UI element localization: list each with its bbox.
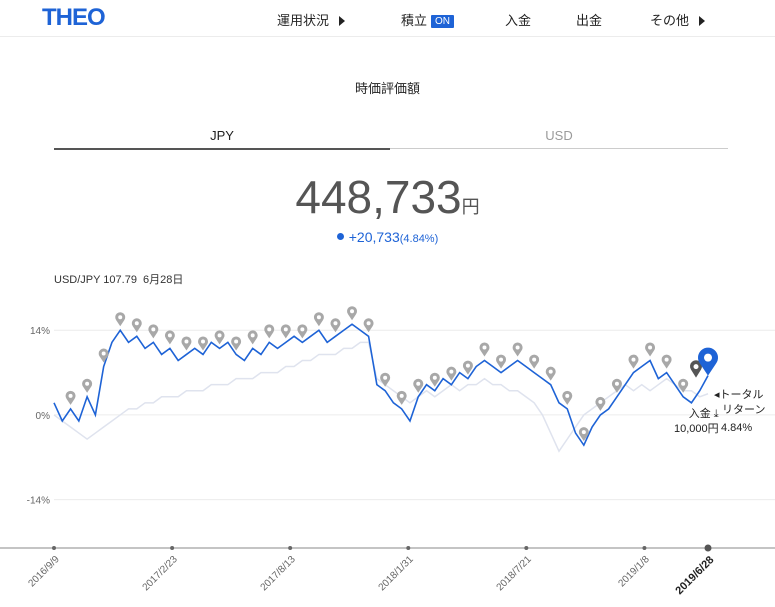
deposit-pin-icon[interactable]: [645, 342, 656, 357]
deposit-pin-icon[interactable]: [280, 324, 291, 339]
page-title: 時価評価額: [354, 81, 420, 96]
deposit-pin-icon[interactable]: [313, 312, 324, 327]
deposit-pin-icon[interactable]: [181, 336, 192, 351]
tab-jpy[interactable]: JPY: [54, 128, 390, 150]
deposit-pin-icon[interactable]: [380, 372, 391, 387]
download-icon: ⤓: [713, 408, 719, 420]
x-tick-dot: [704, 544, 712, 552]
deposit-pin-icon[interactable]: [562, 390, 573, 405]
deposit-text: 入金: [688, 408, 711, 420]
y-tick-label: 14%: [30, 326, 50, 337]
nav-tsumitate-label: 積立: [401, 13, 428, 28]
portfolio-line: [53, 323, 709, 447]
x-tick-dot: [642, 546, 647, 550]
y-tick-label: 0%: [36, 411, 51, 422]
x-tick-dot: [52, 546, 56, 550]
deposit-amount: 10,000円: [674, 423, 719, 435]
top-header: THEO 運用状況 積立 ON 入金 出金 その他: [0, 0, 775, 37]
current-position-pin-icon[interactable]: [698, 347, 718, 376]
nav-performance[interactable]: 運用状況: [277, 10, 346, 29]
total-return-line2: リターン: [722, 404, 766, 416]
deposit-pin-icon[interactable]: [396, 390, 407, 405]
change-amount: +20,733: [348, 229, 400, 245]
total-value: 448,733円: [0, 170, 775, 224]
tab-usd[interactable]: USD: [390, 128, 728, 149]
x-tick-dot: [170, 546, 175, 550]
deposit-pin-icon[interactable]: [628, 354, 639, 369]
deposit-pin-icon[interactable]: [65, 390, 76, 405]
deposit-pin-icon[interactable]: [247, 330, 258, 345]
deposit-pin-icon[interactable]: [297, 324, 308, 339]
benchmark-line: [53, 341, 709, 453]
chevron-right-icon: [699, 16, 706, 26]
deposit-pin-icon[interactable]: [347, 306, 358, 321]
deposit-pin-icon[interactable]: [512, 342, 523, 357]
theo-logo[interactable]: THEO: [42, 4, 106, 32]
total-return-line1-text: トータル: [719, 389, 764, 401]
deposit-pin-icon[interactable]: [545, 366, 556, 381]
change-percent: (4.84%): [399, 233, 439, 245]
x-tick-dot: [406, 546, 411, 550]
deposit-pin-icon[interactable]: [661, 354, 672, 369]
deposit-pin-icon[interactable]: [479, 342, 490, 357]
fx-rate: USD/JPY 107.79 6月28日: [54, 271, 189, 287]
total-value-unit: 円: [461, 197, 480, 217]
nav-performance-label: 運用状況: [277, 13, 330, 28]
deposit-pin-icon[interactable]: [496, 354, 507, 369]
nav-other-label: その他: [650, 13, 690, 28]
deposit-annotation: 入金 ⤓ 10,000円: [674, 407, 719, 437]
nav-tsumitate[interactable]: 積立 ON: [401, 10, 455, 29]
deposit-pin-icon[interactable]: [115, 312, 126, 327]
fx-rate-date: 6月28日: [142, 274, 184, 286]
value-change: +20,733(4.84%): [0, 229, 775, 245]
fx-rate-value: USD/JPY 107.79: [54, 274, 137, 286]
deposit-pin-icon[interactable]: [148, 324, 159, 339]
dot-icon: [336, 233, 344, 240]
status-badge: ON: [431, 15, 455, 28]
x-tick-dot: [288, 546, 293, 550]
performance-chart[interactable]: 14% 0% -14%: [0, 300, 775, 570]
nav-deposit[interactable]: 入金: [505, 10, 531, 29]
nav-other[interactable]: その他: [650, 10, 706, 29]
deposit-pin-icon[interactable]: [98, 348, 109, 363]
y-tick-label: -14%: [27, 496, 50, 507]
deposit-pin-icon[interactable]: [595, 396, 606, 411]
chevron-right-icon: [339, 16, 346, 26]
total-value-number: 448,733: [295, 171, 462, 223]
x-tick-dot: [524, 546, 529, 550]
deposit-line: 入金 ⤓: [684, 407, 719, 422]
deposit-pin-icon[interactable]: [264, 324, 275, 339]
deposit-pin-icon[interactable]: [82, 378, 93, 393]
deposit-pin-icon[interactable]: [214, 330, 225, 345]
deposit-pin-icon[interactable]: [529, 354, 540, 369]
total-return-label: ◂トータル リターン: [714, 388, 765, 418]
nav-withdraw[interactable]: 出金: [576, 10, 602, 29]
total-return-line1: ◂トータル: [714, 388, 765, 403]
deposit-pin-icon[interactable]: [164, 330, 175, 345]
return-percent-label: 4.84%: [721, 422, 753, 434]
